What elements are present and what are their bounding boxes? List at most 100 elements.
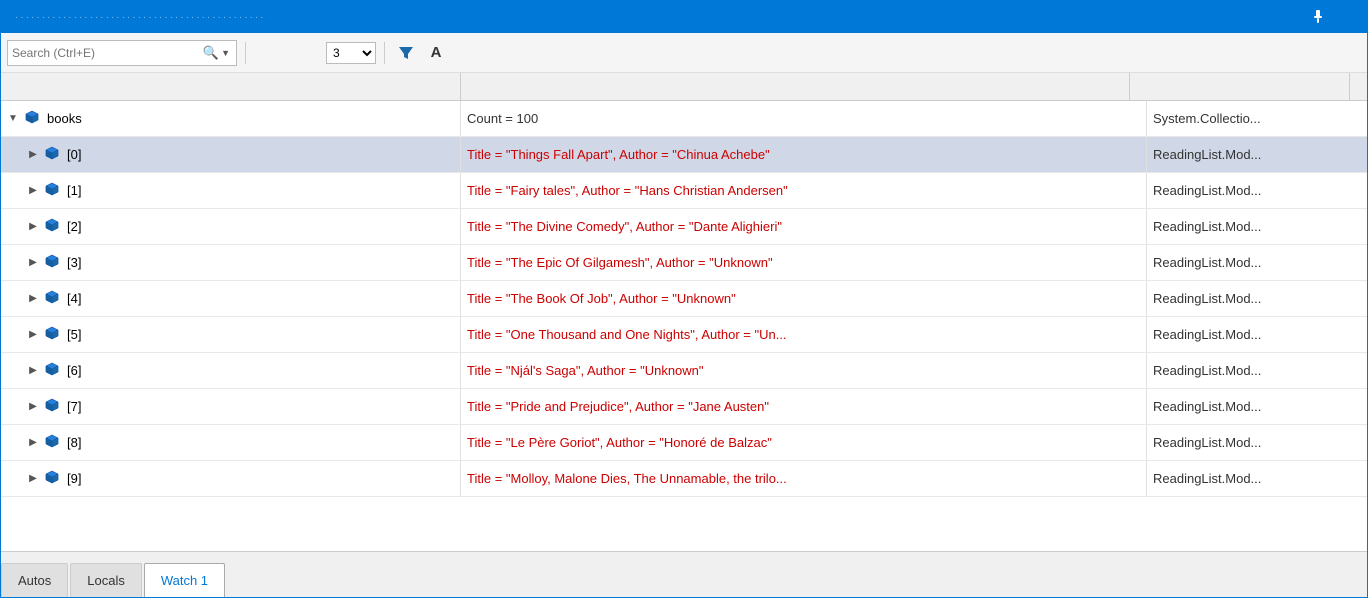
table-row[interactable]: ▼ booksCount = 100System.Collectio...	[1, 101, 1367, 137]
bottom-tab-locals[interactable]: Locals	[70, 563, 142, 597]
cube-icon	[45, 362, 59, 379]
table-container: ▼ booksCount = 100System.Collectio...▶ […	[1, 73, 1367, 551]
table-row[interactable]: ▶ [0]Title = "Things Fall Apart", Author…	[1, 137, 1367, 173]
watch-window: ········································…	[0, 0, 1368, 598]
table-row[interactable]: ▶ [2]Title = "The Divine Comedy", Author…	[1, 209, 1367, 245]
cell-type: ReadingList.Mod...	[1147, 209, 1367, 244]
cell-type: System.Collectio...	[1147, 101, 1367, 136]
filter-button[interactable]	[393, 40, 419, 66]
table-row[interactable]: ▶ [3] Title = "The Epic Of Gilgamesh", Au…	[1, 245, 1367, 281]
table-body[interactable]: ▼ booksCount = 100System.Collectio...▶ […	[1, 101, 1367, 551]
font-button[interactable]: A	[423, 40, 449, 66]
title-bar-left: ········································…	[9, 12, 266, 23]
table-row[interactable]: ▶ [8]Title = "Le Père Goriot", Author = …	[1, 425, 1367, 461]
search-button[interactable]: 🔍 ▼	[201, 45, 232, 61]
back-button[interactable]	[254, 40, 280, 66]
table-row[interactable]: ▶ [7]Title = "Pride and Prejudice", Auth…	[1, 389, 1367, 425]
bottom-tabs: AutosLocalsWatch 1	[1, 551, 1367, 597]
cell-name: ▶ [7]	[1, 389, 461, 424]
expand-button[interactable]: ▶	[25, 291, 41, 307]
cube-icon	[45, 146, 59, 163]
title-bar: ········································…	[1, 1, 1367, 33]
cell-name: ▶ [8]	[1, 425, 461, 460]
cell-type: ReadingList.Mod...	[1147, 137, 1367, 172]
search-box[interactable]: 🔍 ▼	[7, 40, 237, 66]
cell-name: ▶ [1]	[1, 173, 461, 208]
expand-button[interactable]: ▶	[25, 255, 41, 271]
bottom-tab-watch-1[interactable]: Watch 1	[144, 563, 225, 597]
expand-button[interactable]: ▶	[25, 399, 41, 415]
cell-value: Title = "The Epic Of Gilgamesh", Author …	[461, 245, 1147, 280]
row-name-text: [4]	[67, 291, 81, 306]
bottom-tab-autos[interactable]: Autos	[1, 563, 68, 597]
cell-value: Title = "Fairy tales", Author = "Hans Ch…	[461, 173, 1147, 208]
expand-button[interactable]: ▶	[25, 327, 41, 343]
expand-button[interactable]: ▶	[25, 363, 41, 379]
row-name-text: [8]	[67, 435, 81, 450]
cell-name: ▶ [2]	[1, 209, 461, 244]
dropdown-button[interactable]	[1277, 5, 1303, 29]
cell-type: ReadingList.Mod...	[1147, 245, 1367, 280]
cube-icon	[45, 434, 59, 451]
toolbar-separator-1	[245, 42, 246, 64]
cell-name: ▶ [0]	[1, 137, 461, 172]
row-name-text: books	[47, 111, 82, 126]
cube-icon	[45, 398, 59, 415]
column-header-type	[1130, 73, 1350, 100]
title-bar-controls	[1277, 5, 1359, 29]
cell-type: ReadingList.Mod...	[1147, 317, 1367, 352]
column-header-value	[461, 73, 1130, 100]
row-name-text: [9]	[67, 471, 81, 486]
cell-type: ReadingList.Mod...	[1147, 461, 1367, 496]
row-name-text: [2]	[67, 219, 81, 234]
cell-type: ReadingList.Mod...	[1147, 389, 1367, 424]
forward-button[interactable]	[284, 40, 310, 66]
font-icon: A	[431, 44, 442, 61]
table-row[interactable]: ▶ [6]Title = "Njál's Saga", Author = "Un…	[1, 353, 1367, 389]
toolbar-separator-2	[384, 42, 385, 64]
cell-name: ▼ books	[1, 101, 461, 136]
cell-value: Title = "Le Père Goriot", Author = "Hono…	[461, 425, 1147, 460]
table-row[interactable]: ▶ [1]Title = "Fairy tales", Author = "Ha…	[1, 173, 1367, 209]
search-depth-select[interactable]: 3 1 2 4 5	[326, 42, 376, 64]
cell-type: ReadingList.Mod...	[1147, 281, 1367, 316]
column-header-name	[1, 73, 461, 100]
close-button[interactable]	[1333, 5, 1359, 29]
row-name-text: [7]	[67, 399, 81, 414]
cell-value: Title = "Things Fall Apart", Author = "C…	[461, 137, 1147, 172]
row-name-text: [1]	[67, 183, 81, 198]
pin-button[interactable]	[1305, 5, 1331, 29]
table-row[interactable]: ▶ [9]Title = "Molloy, Malone Dies, The U…	[1, 461, 1367, 497]
cell-value: Count = 100	[461, 101, 1147, 136]
search-input[interactable]	[12, 46, 201, 60]
cell-value: Title = "The Divine Comedy", Author = "D…	[461, 209, 1147, 244]
cell-value: Title = "Molloy, Malone Dies, The Unnama…	[461, 461, 1147, 496]
cube-icon	[25, 110, 39, 127]
cube-icon	[45, 470, 59, 487]
cell-type: ReadingList.Mod...	[1147, 353, 1367, 388]
expand-button[interactable]: ▶	[25, 435, 41, 451]
table-header	[1, 73, 1367, 101]
cube-icon	[45, 218, 59, 235]
search-dropdown-arrow: ▼	[221, 48, 230, 58]
cell-name: ▶ [6]	[1, 353, 461, 388]
table-row[interactable]: ▶ [4]Title = "The Book Of Job", Author =…	[1, 281, 1367, 317]
cell-value: Title = "The Book Of Job", Author = "Unk…	[461, 281, 1147, 316]
expand-button[interactable]: ▼	[5, 111, 21, 127]
expand-button[interactable]: ▶	[25, 219, 41, 235]
cell-name: ▶ [5]	[1, 317, 461, 352]
search-icon: 🔍	[203, 45, 219, 61]
table-row[interactable]: ▶ [5]Title = "One Thousand and One Night…	[1, 317, 1367, 353]
cell-value: Title = "Pride and Prejudice", Author = …	[461, 389, 1147, 424]
row-name-text: [5]	[67, 327, 81, 342]
expand-button[interactable]: ▶	[25, 183, 41, 199]
cube-icon	[45, 326, 59, 343]
cube-icon	[45, 290, 59, 307]
cell-name: ▶ [4]	[1, 281, 461, 316]
row-name-text: [0]	[67, 147, 81, 162]
expand-button[interactable]: ▶	[25, 471, 41, 487]
cell-name: ▶ [9]	[1, 461, 461, 496]
cell-type: ReadingList.Mod...	[1147, 173, 1367, 208]
row-name-text: [3]	[67, 255, 81, 270]
expand-button[interactable]: ▶	[25, 147, 41, 163]
